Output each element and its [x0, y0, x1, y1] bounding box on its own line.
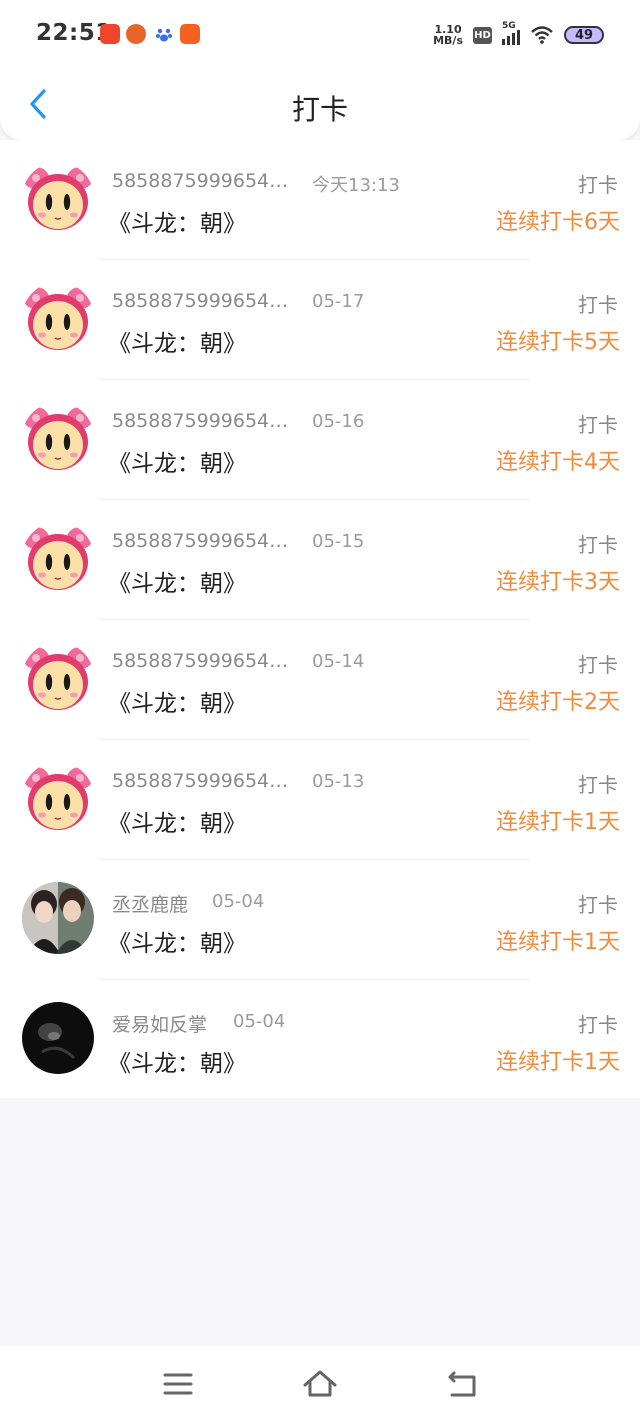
checkin-date: 05-13 [312, 771, 365, 792]
checkin-date: 05-17 [312, 291, 365, 312]
pink-cartoon-avatar-icon [22, 162, 94, 234]
list-item[interactable]: 5858875999654… 05-14 《斗龙：朝》 打卡 连续打卡2天 [0, 620, 640, 740]
status-bar: 22:51 1.10 MB/s HD 5G 49 [0, 0, 640, 70]
wifi-icon [531, 26, 553, 44]
book-title: 《斗龙：朝》 [108, 931, 246, 957]
book-title: 《斗龙：朝》 [108, 1051, 246, 1077]
action-label: 打卡 [578, 773, 618, 797]
book-title: 《斗龙：朝》 [108, 451, 246, 477]
book-title: 《斗龙：朝》 [108, 691, 246, 717]
signal-icon: 5G [502, 21, 520, 45]
pink-cartoon-avatar-icon [22, 642, 94, 714]
pink-cartoon-avatar-icon [22, 282, 94, 354]
avatar[interactable] [22, 162, 94, 234]
user-name: 5858875999654… [112, 530, 289, 552]
battery-indicator: 49 [564, 26, 604, 44]
list-item[interactable]: 5858875999654… 今天13:13 《斗龙：朝》 打卡 连续打卡6天 [0, 140, 640, 260]
user-name: 5858875999654… [112, 410, 289, 432]
action-label: 打卡 [578, 293, 618, 317]
list-item[interactable]: 爱易如反掌 05-04 《斗龙：朝》 打卡 连续打卡1天 [0, 980, 640, 1100]
avatar[interactable] [22, 642, 94, 714]
streak-badge: 连续打卡3天 [496, 570, 620, 595]
book-title: 《斗龙：朝》 [108, 811, 246, 837]
list-item[interactable]: 5858875999654… 05-17 《斗龙：朝》 打卡 连续打卡5天 [0, 260, 640, 380]
user-name: 5858875999654… [112, 290, 289, 312]
fruit-app-icon [126, 24, 146, 44]
streak-badge: 连续打卡5天 [496, 330, 620, 355]
user-name: 丞丞鹿鹿 [112, 894, 189, 916]
streak-badge: 连续打卡1天 [496, 1050, 620, 1075]
book-title: 《斗龙：朝》 [108, 571, 246, 597]
user-name: 5858875999654… [112, 170, 289, 192]
avatar[interactable] [22, 522, 94, 594]
checkin-date: 05-15 [312, 531, 365, 552]
reader-app-icon [180, 24, 200, 44]
streak-badge: 连续打卡2天 [496, 690, 620, 715]
checkin-date: 今天13:13 [312, 175, 400, 196]
list-item[interactable]: 丞丞鹿鹿 05-04 《斗龙：朝》 打卡 连续打卡1天 [0, 860, 640, 980]
system-nav-bar [0, 1346, 640, 1422]
streak-badge: 连续打卡1天 [496, 810, 620, 835]
book-title: 《斗龙：朝》 [108, 331, 246, 357]
back-icon [448, 1371, 476, 1397]
action-label: 打卡 [578, 1013, 618, 1037]
menu-icon [163, 1373, 193, 1395]
avatar[interactable] [22, 402, 94, 474]
back-nav-button[interactable] [442, 1364, 482, 1404]
page-header: 打卡 [0, 70, 640, 140]
list-item[interactable]: 5858875999654… 05-13 《斗龙：朝》 打卡 连续打卡1天 [0, 740, 640, 860]
book-title: 《斗龙：朝》 [108, 211, 246, 237]
status-indicators: 1.10 MB/s HD 5G 49 [433, 21, 604, 48]
avatar[interactable] [22, 1002, 94, 1074]
action-label: 打卡 [578, 173, 618, 197]
streak-badge: 连续打卡6天 [496, 210, 620, 235]
checkin-date: 05-04 [233, 1011, 286, 1032]
checkin-date: 05-04 [212, 891, 265, 912]
home-icon [303, 1370, 337, 1397]
pink-cartoon-avatar-icon [22, 762, 94, 834]
action-label: 打卡 [578, 653, 618, 677]
checkin-list: 5858875999654… 今天13:13 《斗龙：朝》 打卡 连续打卡6天 [0, 140, 640, 1098]
pink-cartoon-avatar-icon [22, 522, 94, 594]
menu-button[interactable] [158, 1364, 198, 1404]
page-title: 打卡 [291, 93, 348, 126]
action-label: 打卡 [578, 533, 618, 557]
avatar[interactable] [22, 882, 94, 954]
avatar[interactable] [22, 282, 94, 354]
action-label: 打卡 [578, 413, 618, 437]
checkin-date: 05-14 [312, 651, 365, 672]
streak-badge: 连续打卡4天 [496, 450, 620, 475]
avatar[interactable] [22, 762, 94, 834]
pink-cartoon-avatar-icon [22, 402, 94, 474]
user-name: 5858875999654… [112, 770, 289, 792]
photo-avatar-icon [22, 882, 94, 954]
dark-photo-avatar-icon [22, 1002, 94, 1074]
list-item[interactable]: 5858875999654… 05-15 《斗龙：朝》 打卡 连续打卡3天 [0, 500, 640, 620]
list-item[interactable]: 5858875999654… 05-16 《斗龙：朝》 打卡 连续打卡4天 [0, 380, 640, 500]
user-name: 5858875999654… [112, 650, 289, 672]
network-speed: 1.10 MB/s [433, 23, 463, 47]
hd-icon: HD [473, 26, 492, 44]
user-name: 爱易如反掌 [112, 1014, 208, 1036]
taobao-app-icon [100, 24, 120, 44]
streak-badge: 连续打卡1天 [496, 930, 620, 955]
baidu-app-icon [154, 24, 174, 44]
action-label: 打卡 [578, 893, 618, 917]
checkin-date: 05-16 [312, 411, 365, 432]
home-button[interactable] [300, 1364, 340, 1404]
